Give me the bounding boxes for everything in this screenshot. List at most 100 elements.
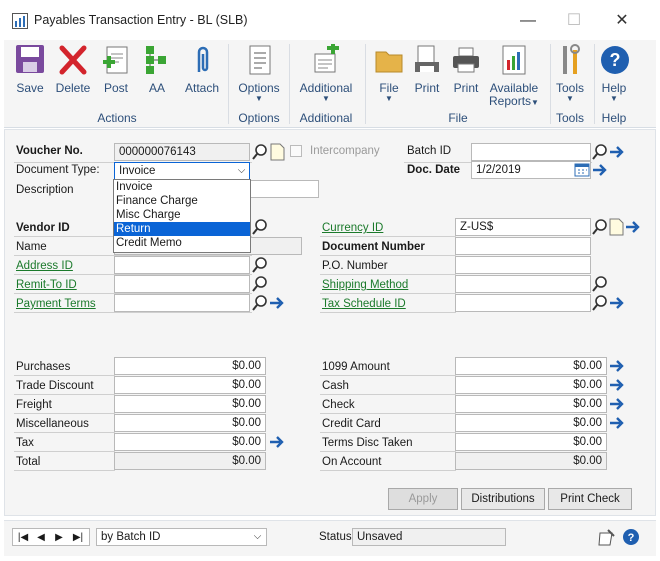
post-button[interactable]: Post: [98, 44, 134, 95]
tax-schedule-id-link[interactable]: Tax Schedule ID: [322, 298, 406, 310]
arrow-right-icon[interactable]: [268, 294, 286, 312]
shipping-method-field[interactable]: [455, 275, 591, 293]
arrow-right-icon[interactable]: [624, 218, 642, 236]
chevron-down-icon[interactable]: ⌵: [234, 163, 249, 179]
arrow-right-icon[interactable]: [608, 357, 626, 375]
payment-terms-field[interactable]: [114, 294, 250, 312]
dropdown-option-invoice[interactable]: Invoice: [114, 180, 250, 194]
lookup-icon[interactable]: [591, 294, 609, 312]
intercompany-checkbox[interactable]: [290, 145, 302, 157]
chevron-down-icon[interactable]: ⌵: [250, 529, 265, 545]
document-type-dropdown-list: Invoice Finance Charge Misc Charge Retur…: [113, 179, 251, 253]
print-check-button[interactable]: Print Check: [548, 488, 632, 510]
voucher-label: Voucher No.: [16, 145, 83, 157]
check-field[interactable]: $0.00: [455, 395, 607, 413]
minimize-button[interactable]: —: [508, 8, 548, 34]
tools-button[interactable]: Tools ▼: [554, 44, 586, 103]
arrow-right-icon[interactable]: [608, 414, 626, 432]
batch-id-field[interactable]: [471, 143, 591, 161]
currency-id-link[interactable]: Currency ID: [322, 222, 383, 234]
tax-field[interactable]: $0.00: [114, 433, 266, 451]
currency-id-field[interactable]: Z-US$: [455, 218, 591, 236]
distributions-button[interactable]: Distributions: [461, 488, 545, 510]
terms-disc-taken-field[interactable]: $0.00: [455, 433, 607, 451]
delete-icon: [58, 44, 88, 76]
title-bar: Payables Transaction Entry - BL (SLB) — …: [0, 0, 660, 40]
arrow-right-icon[interactable]: [608, 143, 626, 161]
document-type-select[interactable]: Invoice: [114, 162, 250, 180]
tax-schedule-id-field[interactable]: [455, 294, 591, 312]
lookup-icon[interactable]: [251, 294, 269, 312]
arrow-right-icon[interactable]: [268, 433, 286, 451]
po-number-field[interactable]: [455, 256, 591, 274]
arrow-right-icon[interactable]: [608, 376, 626, 394]
help-button[interactable]: ? Help ▼: [598, 44, 630, 103]
address-id-link[interactable]: Address ID: [16, 260, 73, 272]
lookup-icon[interactable]: [251, 143, 269, 161]
help-icon[interactable]: ?: [622, 528, 640, 546]
sort-by-select[interactable]: by Batch ID: [96, 528, 267, 546]
purchases-field[interactable]: $0.00: [114, 357, 266, 375]
attach-button[interactable]: Attach: [182, 44, 222, 95]
ribbon-separator: [228, 44, 229, 124]
post-icon: [101, 44, 131, 76]
aa-button[interactable]: AA: [142, 44, 172, 95]
print-label: Print: [414, 81, 440, 95]
miscellaneous-field[interactable]: $0.00: [114, 414, 266, 432]
lookup-icon[interactable]: [251, 218, 269, 236]
save-button[interactable]: Save: [10, 44, 50, 95]
status-field: Unsaved: [352, 528, 506, 546]
print-destination-button[interactable]: Print: [448, 44, 484, 95]
trade-discount-label: Trade Discount: [16, 380, 94, 392]
credit-card-field[interactable]: $0.00: [455, 414, 607, 432]
available-reports-button[interactable]: Available Reports▼: [484, 44, 544, 109]
options-group-label: Options: [238, 111, 280, 125]
next-record-icon[interactable]: ▶: [51, 530, 67, 545]
maximize-button[interactable]: ☐: [554, 8, 594, 34]
lookup-icon[interactable]: [251, 275, 269, 293]
delete-button[interactable]: Delete: [52, 44, 94, 95]
row-divider: [320, 413, 456, 414]
close-button[interactable]: ✕: [602, 8, 642, 34]
cash-field[interactable]: $0.00: [455, 376, 607, 394]
credit-card-label: Credit Card: [322, 418, 381, 430]
payment-terms-link[interactable]: Payment Terms: [16, 298, 96, 310]
remit-to-id-link[interactable]: Remit-To ID: [16, 279, 77, 291]
voucher-field[interactable]: 000000076143: [114, 143, 250, 161]
address-id-field[interactable]: [114, 256, 250, 274]
note-icon[interactable]: [598, 529, 616, 547]
arrow-right-icon[interactable]: [608, 294, 626, 312]
calendar-icon[interactable]: [574, 162, 590, 178]
print-preview-icon: [412, 44, 442, 76]
new-document-icon[interactable]: [268, 143, 286, 161]
document-number-field[interactable]: [455, 237, 591, 255]
print-button[interactable]: Print: [410, 44, 444, 95]
attach-label: Attach: [184, 81, 220, 95]
apply-button[interactable]: Apply: [388, 488, 458, 510]
new-document-icon[interactable]: [607, 218, 625, 236]
first-record-icon[interactable]: |◀: [15, 530, 31, 545]
svg-text:?: ?: [610, 50, 621, 70]
total-label: Total: [16, 456, 41, 468]
dropdown-option-return[interactable]: Return: [114, 222, 250, 236]
options-button[interactable]: Options ▼: [234, 44, 284, 103]
lookup-icon[interactable]: [251, 256, 269, 274]
doc-date-field[interactable]: 1/2/2019: [471, 161, 591, 179]
last-record-icon[interactable]: ▶|: [69, 530, 87, 545]
arrow-right-icon[interactable]: [591, 161, 609, 179]
arrow-right-icon[interactable]: [608, 395, 626, 413]
file-button[interactable]: File ▼: [374, 44, 404, 103]
previous-record-icon[interactable]: ◀: [33, 530, 49, 545]
lookup-icon[interactable]: [591, 275, 609, 293]
po-number-label: P.O. Number: [322, 260, 388, 272]
shipping-method-link[interactable]: Shipping Method: [322, 279, 408, 291]
amount-1099-field[interactable]: $0.00: [455, 357, 607, 375]
trade-discount-field[interactable]: $0.00: [114, 376, 266, 394]
dropdown-option-finance-charge[interactable]: Finance Charge: [114, 194, 250, 208]
lookup-icon[interactable]: [591, 143, 609, 161]
remit-to-id-field[interactable]: [114, 275, 250, 293]
freight-field[interactable]: $0.00: [114, 395, 266, 413]
dropdown-option-misc-charge[interactable]: Misc Charge: [114, 208, 250, 222]
additional-button[interactable]: Additional ▼: [294, 44, 358, 103]
dropdown-option-credit-memo[interactable]: Credit Memo: [114, 236, 250, 250]
